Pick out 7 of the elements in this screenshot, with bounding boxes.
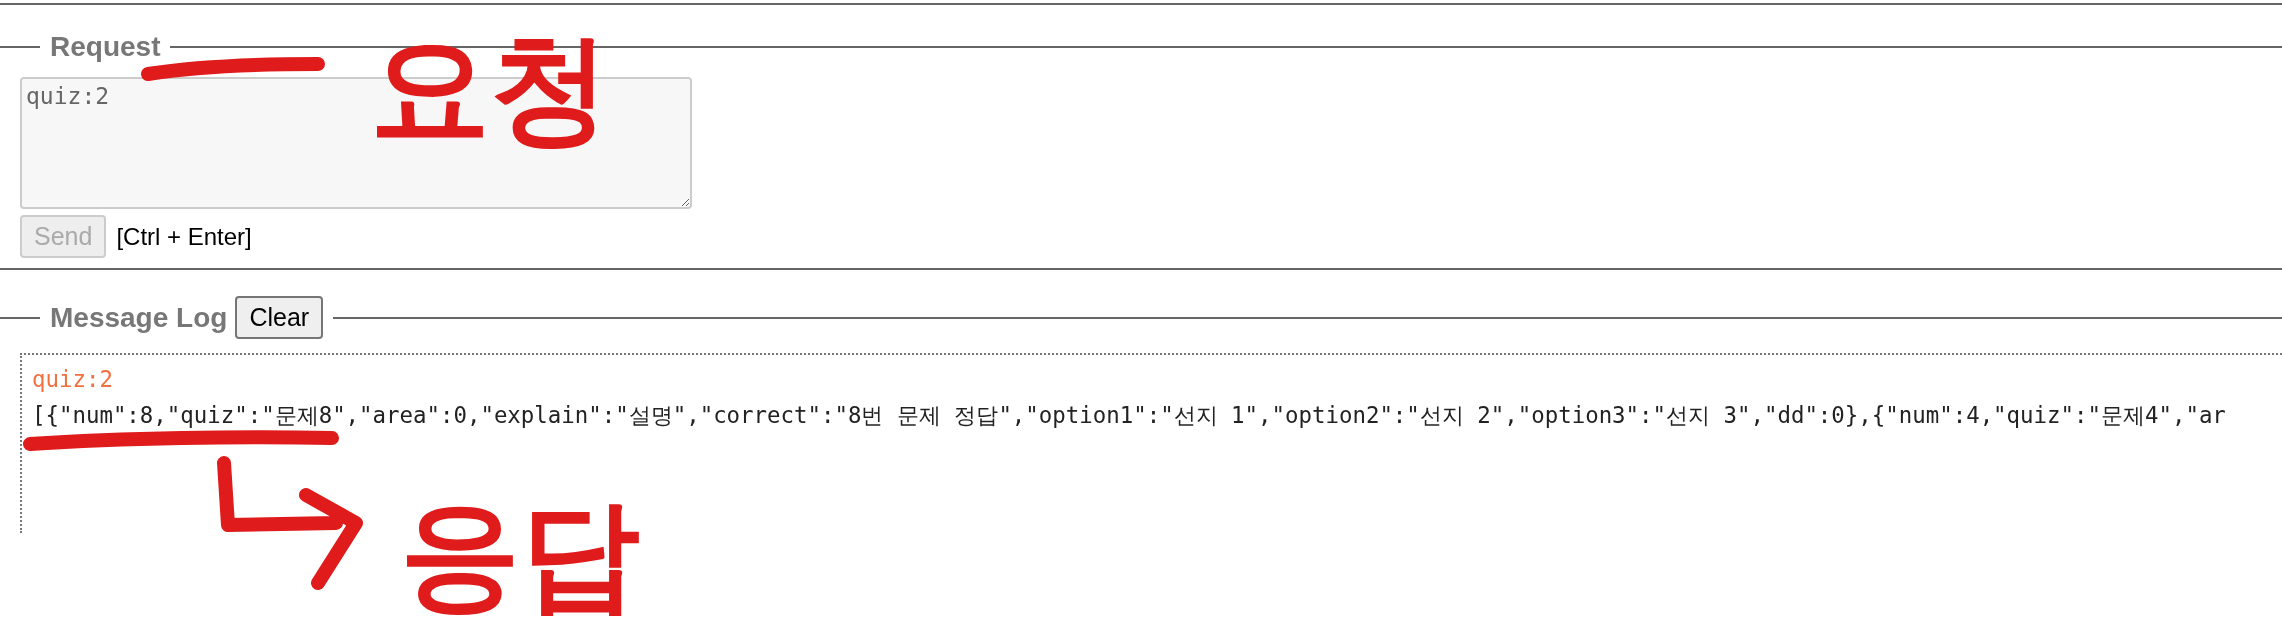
section-legend: Request (50, 31, 161, 63)
received-message: [{"num":8,"quiz":"문제8","area":0,"explain":"설명","correct":"8번 문제 정답","option1":"선지 1","option2":"선지 2","option3":"선지 3","dd":0},{"num":4,"quiz":"문제4","ar (32, 401, 2227, 430)
handwritten-note: 응답 (400, 494, 640, 614)
shortcut-hint: [Ctrl + Enter] (116, 222, 252, 251)
section-legend: Message Log (50, 301, 228, 334)
sent-message: quiz:2 (32, 365, 114, 394)
clear-button[interactable]: Clear (235, 296, 324, 339)
